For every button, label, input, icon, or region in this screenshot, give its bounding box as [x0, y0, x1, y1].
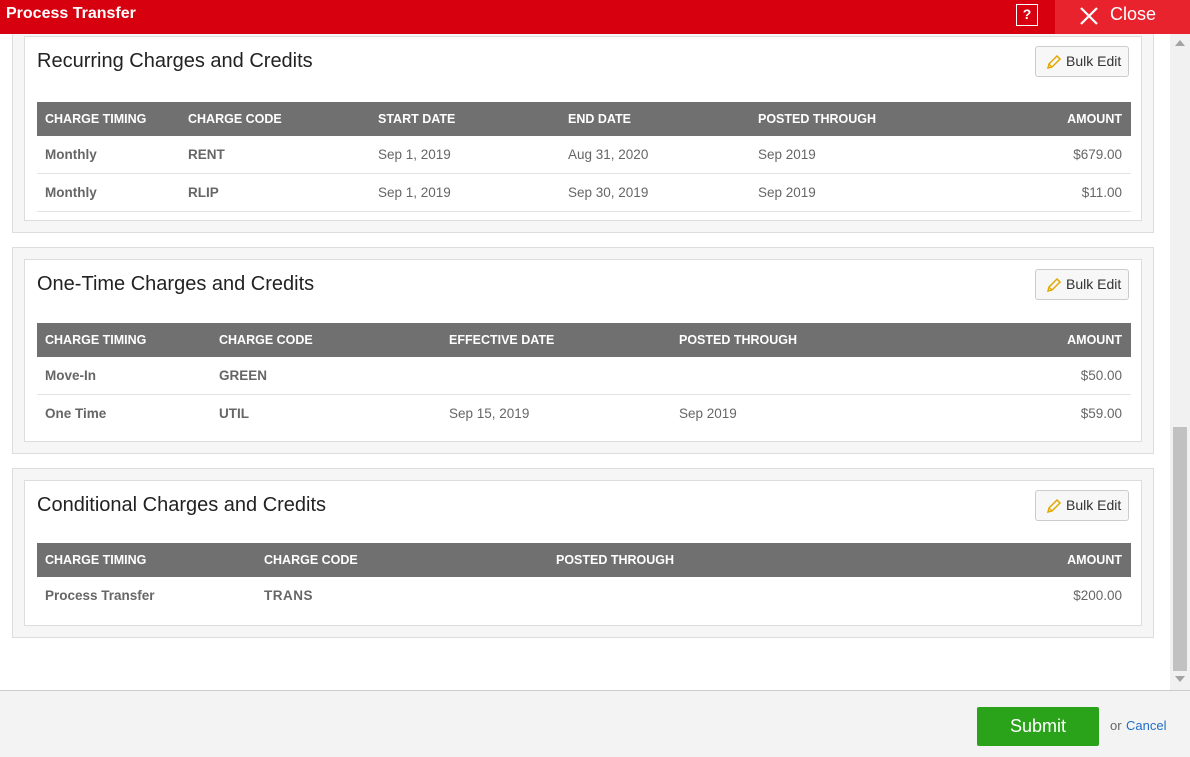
bulk-edit-label: Bulk Edit	[1066, 53, 1122, 69]
scroll-down-icon[interactable]	[1175, 676, 1185, 682]
cell: Sep 30, 2019	[568, 185, 649, 200]
pencil-icon	[1046, 277, 1062, 293]
cancel-link[interactable]: Cancel	[1126, 718, 1166, 733]
cell: RENT	[188, 147, 225, 162]
or-label: or	[1110, 718, 1122, 733]
dialog-content: Recurring Charges and Credits Bulk Edit …	[0, 34, 1170, 690]
close-icon	[1080, 7, 1098, 25]
table-header: CHARGE TIMING CHARGE CODE EFFECTIVE DATE…	[37, 323, 1131, 357]
col-header: POSTED THROUGH	[758, 112, 877, 126]
cell: Process Transfer	[45, 588, 155, 603]
col-header: POSTED THROUGH	[679, 333, 798, 347]
cell: Sep 2019	[758, 185, 816, 200]
col-header: START DATE	[378, 112, 456, 126]
cell: TRANS	[264, 588, 313, 603]
col-header: CHARGE TIMING	[45, 112, 147, 126]
vertical-scrollbar[interactable]	[1170, 34, 1190, 690]
cell: $50.00	[1080, 368, 1122, 383]
one-time-charges-card: One-Time Charges and Credits Bulk Edit C…	[24, 259, 1142, 442]
cell: Sep 2019	[679, 406, 737, 421]
one-time-charges-section: One-Time Charges and Credits Bulk Edit C…	[12, 247, 1154, 454]
col-header: CHARGE TIMING	[45, 553, 147, 567]
pencil-icon	[1046, 54, 1062, 70]
cell: Sep 2019	[758, 147, 816, 162]
cell: Aug 31, 2020	[568, 147, 649, 162]
table-row: Process Transfer TRANS $200.00	[37, 577, 1131, 615]
cell: RLIP	[188, 185, 219, 200]
col-header: CHARGE CODE	[188, 112, 282, 126]
col-header: CHARGE TIMING	[45, 333, 147, 347]
col-header: POSTED THROUGH	[556, 553, 675, 567]
col-header: CHARGE CODE	[219, 333, 313, 347]
cell: UTIL	[219, 406, 249, 421]
cell: Move-In	[45, 368, 97, 383]
cell: $679.00	[1073, 147, 1122, 162]
cell: Sep 15, 2019	[449, 406, 530, 421]
section-title: Conditional Charges and Credits	[37, 494, 327, 516]
recurring-charges-section: Recurring Charges and Credits Bulk Edit …	[12, 34, 1154, 233]
cell: $59.00	[1080, 406, 1122, 421]
dialog-titlebar: Process Transfer ? Close	[0, 0, 1190, 34]
col-header: EFFECTIVE DATE	[449, 333, 555, 347]
table-row: One Time UTIL Sep 15, 2019 Sep 2019 $59.…	[37, 395, 1131, 433]
table-row: Move-In GREEN $50.00	[37, 357, 1131, 395]
cell: $200.00	[1073, 588, 1122, 603]
bulk-edit-label: Bulk Edit	[1066, 497, 1122, 513]
help-button[interactable]: ?	[1016, 4, 1038, 26]
col-header: CHARGE CODE	[264, 553, 358, 567]
cell: Sep 1, 2019	[378, 147, 451, 162]
table-header: CHARGE TIMING CHARGE CODE START DATE END…	[37, 102, 1131, 136]
conditional-charges-card: Conditional Charges and Credits Bulk Edi…	[24, 480, 1142, 626]
table-header: CHARGE TIMING CHARGE CODE POSTED THROUGH…	[37, 543, 1131, 577]
bulk-edit-button[interactable]: Bulk Edit	[1035, 46, 1129, 77]
dialog-title: Process Transfer	[6, 5, 136, 22]
table-row: Monthly RLIP Sep 1, 2019 Sep 30, 2019 Se…	[37, 174, 1131, 212]
cell: $11.00	[1081, 185, 1122, 200]
conditional-charges-section: Conditional Charges and Credits Bulk Edi…	[12, 468, 1154, 638]
cell: Monthly	[45, 185, 97, 200]
close-button[interactable]: Close	[1055, 0, 1190, 34]
bulk-edit-label: Bulk Edit	[1066, 276, 1122, 292]
scrollbar-thumb[interactable]	[1173, 427, 1187, 671]
section-title: One-Time Charges and Credits	[37, 273, 315, 295]
col-header: END DATE	[568, 112, 631, 126]
pencil-icon	[1046, 498, 1062, 514]
cell: Monthly	[45, 147, 97, 162]
close-label: Close	[1110, 4, 1157, 24]
cell: Sep 1, 2019	[378, 185, 451, 200]
recurring-charges-card: Recurring Charges and Credits Bulk Edit …	[24, 36, 1142, 221]
cell: One Time	[45, 406, 107, 421]
col-header: AMOUNT	[1067, 112, 1122, 126]
scroll-up-icon[interactable]	[1175, 40, 1185, 46]
cell: GREEN	[219, 368, 268, 383]
bulk-edit-button[interactable]: Bulk Edit	[1035, 490, 1129, 521]
submit-button[interactable]: Submit	[977, 707, 1099, 746]
bulk-edit-button[interactable]: Bulk Edit	[1035, 269, 1129, 300]
dialog-footer: Submit or Cancel	[0, 690, 1190, 757]
col-header: AMOUNT	[1067, 553, 1122, 567]
section-title: Recurring Charges and Credits	[37, 50, 313, 72]
col-header: AMOUNT	[1067, 333, 1122, 347]
table-row: Monthly RENT Sep 1, 2019 Aug 31, 2020 Se…	[37, 136, 1131, 174]
